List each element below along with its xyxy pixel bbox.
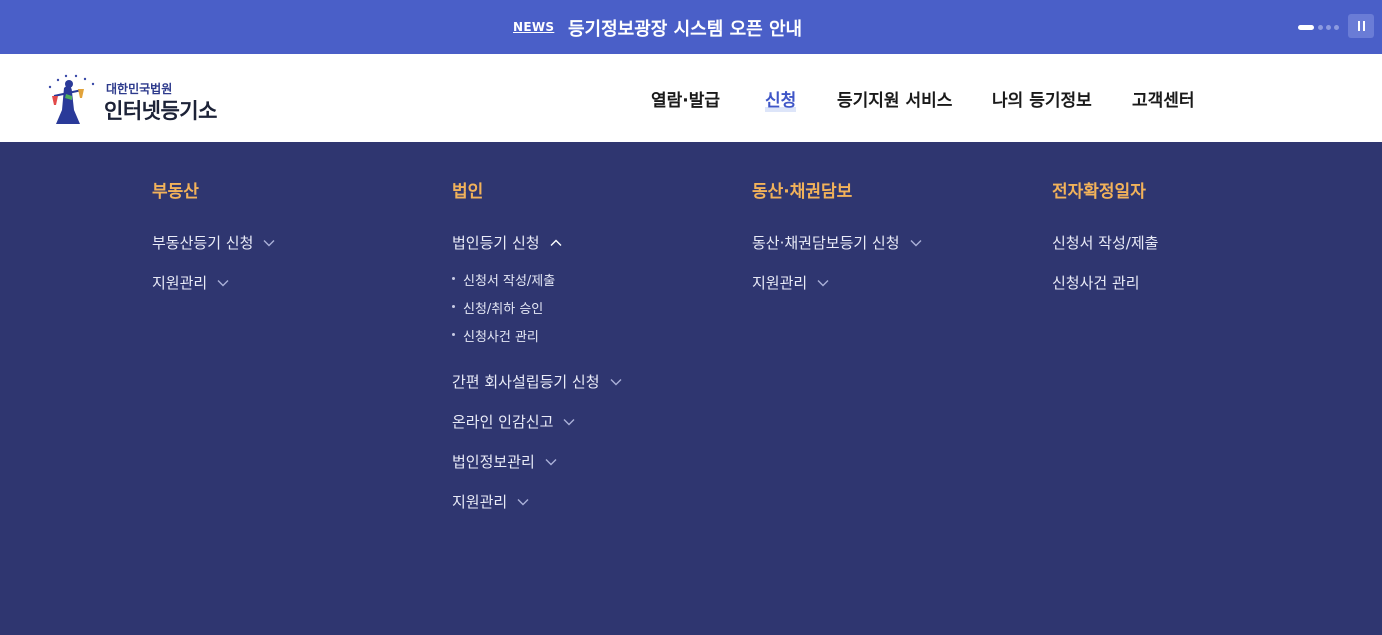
- chevron-up-icon: [550, 239, 562, 246]
- pager-dot-3[interactable]: [1326, 25, 1331, 30]
- menu-item-label: 신청서 작성/제출: [1052, 234, 1159, 252]
- col-title-electronic-date[interactable]: 전자확정일자: [1052, 177, 1146, 202]
- gnb-view-issue[interactable]: 열람·발급: [651, 86, 720, 111]
- chevron-down-icon: [263, 239, 275, 246]
- menu-corp-support[interactable]: 지원관리: [452, 491, 529, 512]
- chevron-down-icon: [817, 279, 829, 286]
- pager-dot-1[interactable]: [1298, 25, 1314, 30]
- news-tag[interactable]: NEWS: [513, 20, 554, 34]
- menu-edate-case-manage[interactable]: 신청사건 관리: [1052, 272, 1140, 293]
- site-header: 대한민국법원 인터넷등기소 열람·발급 신청 등기지원 서비스 나의 등기정보 …: [0, 54, 1382, 142]
- menu-item-label: 지원관리: [752, 274, 808, 292]
- menu-corp-seal-report[interactable]: 온라인 인감신고: [452, 411, 575, 432]
- court-emblem-icon: [48, 74, 95, 124]
- menu-item-label: 동산·채권담보등기 신청: [752, 234, 900, 252]
- submenu-corp-case-manage[interactable]: 신청사건 관리: [452, 326, 539, 345]
- menu-item-label: 신청사건 관리: [1052, 274, 1140, 292]
- menu-item-label: 법인등기 신청: [452, 234, 540, 252]
- chevron-down-icon: [910, 239, 922, 246]
- menu-item-label: 지원관리: [452, 493, 508, 511]
- menu-item-label: 온라인 인감신고: [452, 413, 554, 431]
- logo-title: 인터넷등기소: [104, 99, 217, 123]
- gnb-my-registry[interactable]: 나의 등기정보: [992, 86, 1092, 111]
- news-headline-link[interactable]: 등기정보광장 시스템 오픈 안내: [568, 15, 802, 41]
- menu-corp-simple-establish[interactable]: 간편 회사설립등기 신청: [452, 371, 622, 392]
- menu-corp-info-manage[interactable]: 법인정보관리: [452, 451, 557, 472]
- pager-dot-4[interactable]: [1334, 25, 1339, 30]
- gnb-apply[interactable]: 신청: [765, 86, 797, 112]
- menu-item-label: 부동산등기 신청: [152, 234, 254, 252]
- menu-item-label: 간편 회사설립등기 신청: [452, 373, 600, 391]
- submenu-corp-form-submit[interactable]: 신청서 작성/제출: [452, 270, 555, 289]
- chevron-down-icon: [563, 418, 575, 425]
- news-bar: NEWS 등기정보광장 시스템 오픈 안내: [0, 0, 1382, 54]
- pager-dot-2[interactable]: [1318, 25, 1323, 30]
- site-logo-link[interactable]: 대한민국법원 인터넷등기소: [42, 70, 232, 128]
- col-title-corporation[interactable]: 법인: [452, 177, 483, 202]
- pause-button[interactable]: [1348, 14, 1374, 38]
- chevron-down-icon: [610, 378, 622, 385]
- menu-item-label: 지원관리: [152, 274, 208, 292]
- menu-real-estate-apply[interactable]: 부동산등기 신청: [152, 232, 275, 253]
- submenu-corp-approve[interactable]: 신청/취하 승인: [452, 298, 543, 317]
- gnb-registry-support[interactable]: 등기지원 서비스: [837, 86, 952, 111]
- menu-item-label: 법인정보관리: [452, 453, 535, 471]
- chevron-down-icon: [545, 458, 557, 465]
- menu-corp-apply[interactable]: 법인등기 신청: [452, 232, 562, 253]
- mega-menu: 부동산 부동산등기 신청 지원관리 법인 법인등기 신청 신청서 작성/제출 신…: [0, 142, 1382, 635]
- chevron-down-icon: [517, 498, 529, 505]
- menu-collateral-support[interactable]: 지원관리: [752, 272, 829, 293]
- menu-real-estate-support[interactable]: 지원관리: [152, 272, 229, 293]
- pause-icon-bar: [1363, 21, 1365, 31]
- pause-icon: [1358, 21, 1360, 31]
- col-title-real-estate[interactable]: 부동산: [152, 177, 199, 202]
- col-title-movable-collateral[interactable]: 동산·채권담보: [752, 177, 852, 202]
- chevron-down-icon: [217, 279, 229, 286]
- gnb-customer-center[interactable]: 고객센터: [1132, 86, 1195, 111]
- menu-edate-form-submit[interactable]: 신청서 작성/제출: [1052, 232, 1158, 253]
- menu-collateral-apply[interactable]: 동산·채권담보등기 신청: [752, 232, 922, 253]
